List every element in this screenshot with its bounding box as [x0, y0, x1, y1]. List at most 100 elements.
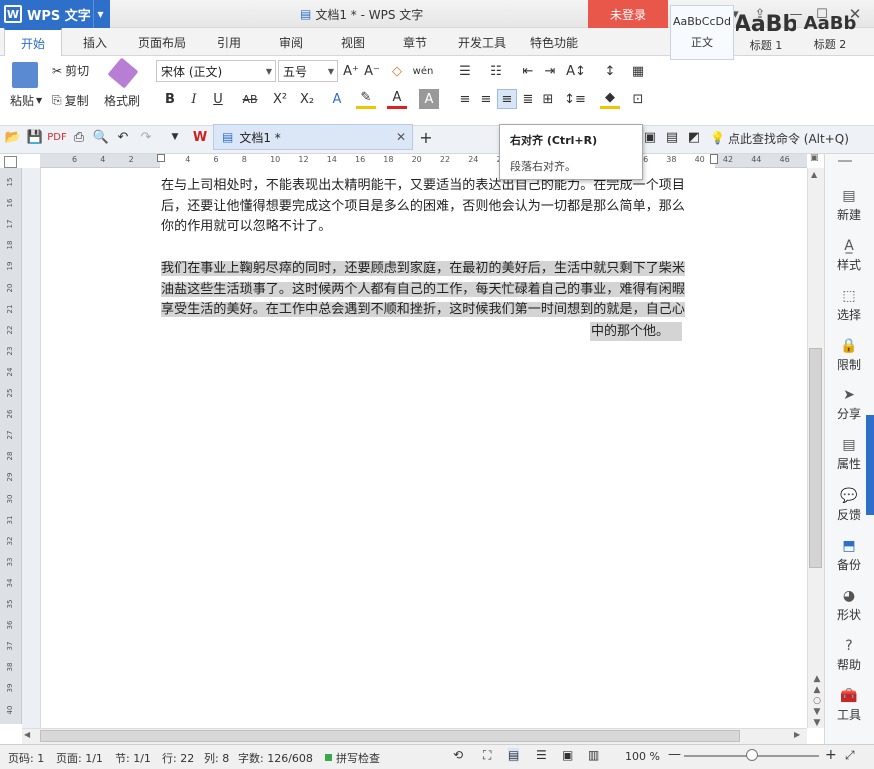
side-feedback[interactable]: 💬 反馈 [826, 488, 872, 523]
subscript-icon[interactable]: X₂ [297, 89, 317, 109]
tab-review[interactable]: 审阅 [268, 28, 314, 56]
side-help[interactable]: ? 帮助 [826, 638, 872, 673]
align-left-icon[interactable]: ≡ [455, 89, 475, 109]
outline-view-icon[interactable]: ☰ [536, 748, 547, 762]
shrink-font-icon[interactable]: A⁻ [362, 61, 382, 81]
print-icon[interactable]: ⎙ [69, 127, 89, 147]
decrease-indent-icon[interactable]: ⇤ [518, 61, 538, 81]
paste-icon[interactable] [12, 62, 38, 88]
read-view-icon[interactable]: ▥ [588, 748, 599, 762]
font-size-select[interactable]: 五号 ▼ [278, 60, 338, 82]
cut-button[interactable]: ✂ 剪切 [52, 62, 89, 79]
print-preview-icon[interactable]: 🔍 [91, 127, 111, 147]
text-effect-icon[interactable]: A [327, 89, 347, 109]
toolbar-icon[interactable]: ▤ [662, 127, 682, 147]
scroll-up-icon[interactable]: ▲ [811, 170, 817, 179]
split-icon[interactable]: ▣ [810, 153, 819, 163]
side-style[interactable]: A̲ 样式 [826, 238, 872, 273]
style-heading-1[interactable]: AaBb 标题 1 [736, 5, 796, 60]
fullscreen-icon[interactable]: ⛶ [483, 748, 491, 763]
ruler-corner[interactable] [4, 156, 17, 168]
history-icon[interactable]: ⟲ [453, 748, 463, 762]
justify-icon[interactable]: ≣ [518, 89, 538, 109]
text-direction-icon[interactable]: A↕ [566, 61, 586, 81]
side-select[interactable]: ⬚ 选择 [826, 288, 872, 323]
side-tools[interactable]: 🧰 工具 [826, 688, 872, 723]
zoom-in-icon[interactable]: + [825, 747, 837, 763]
shading-icon[interactable]: ◆ [600, 89, 620, 109]
status-page[interactable]: 页面: 1/1 [56, 750, 103, 766]
export-pdf-icon[interactable]: PDF [47, 127, 67, 147]
page-nav-icons[interactable]: ▲ ▲ ○ ▼ ▼ [811, 674, 823, 729]
tab-view[interactable]: 视图 [330, 28, 376, 56]
sort-icon[interactable]: ↕ [600, 61, 620, 81]
new-tab-icon[interactable]: + [416, 127, 436, 147]
tab-page-layout[interactable]: 页面布局 [130, 28, 194, 56]
phonetic-icon[interactable]: wén [413, 61, 434, 81]
italic-icon[interactable]: I [184, 89, 204, 109]
copy-button[interactable]: ⎘ 复制 [52, 92, 89, 109]
zoom-level[interactable]: 100 % [625, 750, 660, 763]
tab-developer[interactable]: 开发工具 [452, 28, 512, 56]
border-icon[interactable]: ⊡ [628, 89, 648, 109]
status-word-count[interactable]: 字数: 126/608 [238, 750, 313, 766]
tab-chapter[interactable]: 章节 [392, 28, 438, 56]
style-heading-2[interactable]: AaBb 标题 2 [798, 5, 862, 60]
side-property[interactable]: ▤ 属性 [826, 437, 872, 472]
font-color-icon[interactable]: A [387, 89, 407, 109]
superscript-icon[interactable]: X² [270, 89, 290, 109]
document-page[interactable]: 在与上司相处时，不能表现出太精明能干，又要适当的表达出自己的能力。在完成一个项目… [40, 168, 807, 728]
vertical-ruler[interactable]: 15 16 17 18 19 20 21 22 23 24 25 26 27 28 29 30 31 32 33 34… [0, 168, 22, 724]
web-view-icon[interactable]: ▣ [562, 748, 573, 762]
tab-special[interactable]: 特色功能 [524, 28, 584, 56]
command-search[interactable]: 💡 点此查找命令 (Alt+Q) [710, 128, 849, 148]
save-icon[interactable]: 💾 [25, 127, 45, 147]
clear-format-icon[interactable]: ◇ [387, 61, 407, 81]
side-share[interactable]: ➤ 分享 [826, 387, 872, 422]
bullet-list-icon[interactable]: ☰ [455, 61, 475, 81]
format-painter-button[interactable]: 格式刷 [104, 92, 140, 109]
app-menu-button[interactable]: W WPS 文字 ▼ [0, 0, 110, 28]
paragraph-2-selected[interactable]: 我们在事业上鞠躬尽瘁的同时，还要顾虑到家庭，在最初的美好后，生活中就只剩下了柴米… [161, 259, 716, 321]
underline-icon[interactable]: U [208, 89, 228, 109]
tab-references[interactable]: 引用 [206, 28, 252, 56]
redo-icon[interactable]: ↷ [136, 127, 156, 147]
style-normal[interactable]: AaBbCcDd 正文 [670, 5, 734, 60]
increase-indent-icon[interactable]: ⇥ [540, 61, 560, 81]
scroll-left-icon[interactable]: ◀ [24, 730, 30, 739]
paragraph-2-last-line[interactable]: 中的那个他。 [590, 322, 682, 341]
highlight-icon[interactable]: ✎ [356, 89, 376, 109]
document-tab[interactable]: ▤ 文档1 * ✕ [213, 124, 413, 150]
grow-font-icon[interactable]: A⁺ [341, 61, 361, 81]
zoom-out-icon[interactable]: — [668, 747, 681, 762]
indent-marker[interactable] [157, 154, 165, 162]
open-folder-icon[interactable]: 📂 [3, 127, 23, 147]
bold-icon[interactable]: B [160, 89, 180, 109]
toolbar-icon[interactable]: ▣ [640, 127, 660, 147]
chevron-down-icon[interactable]: ▼ [93, 0, 107, 28]
side-restrict[interactable]: 🔒 限制 [826, 338, 872, 373]
status-spell-check[interactable]: 拼写检查 [336, 750, 380, 766]
vertical-scroll-thumb[interactable] [809, 348, 822, 568]
tab-home[interactable]: 开始 [4, 28, 62, 57]
fit-page-icon[interactable]: ⤢ [845, 748, 855, 763]
char-shading-icon[interactable]: A [419, 89, 439, 109]
wps-home-icon[interactable]: W [190, 127, 210, 147]
undo-icon[interactable]: ↶ [113, 127, 133, 147]
horizontal-scroll-thumb[interactable] [40, 730, 740, 742]
table-icon[interactable]: ▦ [628, 61, 648, 81]
tab-insert[interactable]: 插入 [72, 28, 118, 56]
right-indent-marker[interactable] [710, 154, 718, 164]
font-name-select[interactable]: 宋体 (正文) ▼ [156, 60, 276, 82]
toolbar-icon[interactable]: ◩ [684, 127, 704, 147]
line-spacing-icon[interactable]: ↕≡ [564, 89, 586, 109]
align-center-icon[interactable]: ≡ [476, 89, 496, 109]
paste-button[interactable]: 粘贴 ▼ [10, 92, 42, 109]
side-backup[interactable]: ⬒ 备份 [826, 538, 872, 573]
align-right-icon[interactable]: ≡ [497, 89, 517, 109]
scroll-right-icon[interactable]: ▶ [794, 730, 800, 739]
distribute-icon[interactable]: ⊞ [538, 89, 558, 109]
close-tab-icon[interactable]: ✕ [396, 130, 406, 144]
page-view-icon[interactable]: ▤ [508, 748, 520, 762]
number-list-icon[interactable]: ☷ [486, 61, 506, 81]
